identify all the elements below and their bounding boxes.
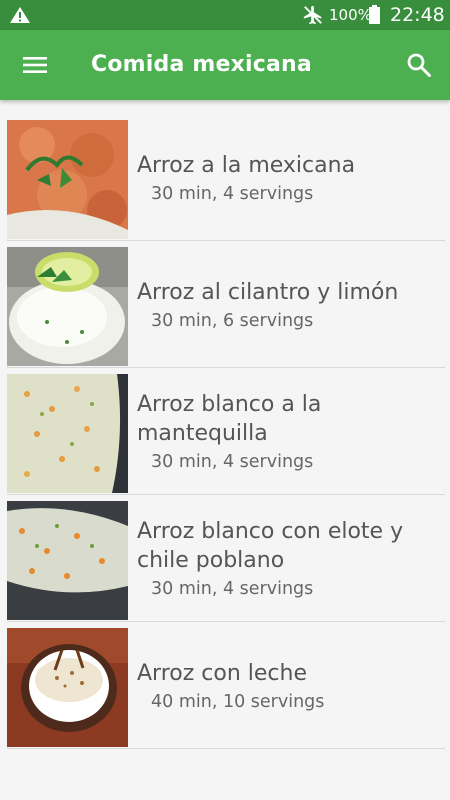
recipe-list-item[interactable]: Arroz blanco a la mantequilla 30 min, 4 … xyxy=(7,374,445,495)
clock: 22:48 xyxy=(390,4,445,26)
airplane-mode-icon xyxy=(303,5,322,25)
recipe-list-item[interactable]: Arroz blanco con elote y chile poblano 3… xyxy=(7,501,445,622)
recipe-text: Arroz con leche 40 min, 10 servings xyxy=(137,628,437,747)
page-title: Comida mexicana xyxy=(91,52,312,77)
recipe-photo xyxy=(7,501,128,620)
recipe-text: Arroz a la mexicana 30 min, 4 servings xyxy=(137,120,437,239)
recipe-meta: 30 min, 6 servings xyxy=(151,310,314,331)
recipe-photo xyxy=(7,120,128,239)
recipe-title: Arroz al cilantro y limón xyxy=(137,279,399,305)
recipe-photo xyxy=(7,247,128,366)
recipe-list-item[interactable]: Arroz con leche 40 min, 10 servings xyxy=(7,628,445,749)
recipe-photo xyxy=(7,628,128,747)
recipe-text: Arroz al cilantro y limón 30 min, 6 serv… xyxy=(137,247,437,366)
recipe-text: Arroz blanco con elote y chile poblano 3… xyxy=(137,501,437,620)
recipe-title: Arroz blanco a la mantequilla xyxy=(137,392,322,446)
recipe-meta: 30 min, 4 servings xyxy=(151,579,314,599)
recipe-title: Arroz a la mexicana xyxy=(137,152,356,178)
recipe-meta: 30 min, 4 servings xyxy=(151,183,314,204)
recipe-title: Arroz blanco con elote y chile poblano xyxy=(137,519,404,573)
recipe-meta: 40 min, 10 servings xyxy=(151,691,325,712)
search-icon[interactable] xyxy=(406,52,432,78)
warning-icon xyxy=(10,7,30,23)
status-bar: 100% 22:48 xyxy=(0,0,450,30)
recipe-meta: 30 min, 4 servings xyxy=(151,452,314,472)
recipe-photo xyxy=(7,374,128,493)
menu-icon[interactable] xyxy=(22,54,48,76)
app-bar: Comida mexicana xyxy=(0,30,450,100)
battery-percent: 100% xyxy=(329,6,372,24)
recipe-list-item[interactable]: Arroz a la mexicana 30 min, 4 servings xyxy=(7,120,445,241)
recipe-title: Arroz con leche xyxy=(137,660,307,686)
recipe-list: Arroz a la mexicana 30 min, 4 servings A… xyxy=(0,120,450,755)
battery-full-icon xyxy=(369,5,380,24)
recipe-text: Arroz blanco a la mantequilla 30 min, 4 … xyxy=(137,374,437,493)
recipe-list-item[interactable]: Arroz al cilantro y limón 30 min, 6 serv… xyxy=(7,247,445,368)
